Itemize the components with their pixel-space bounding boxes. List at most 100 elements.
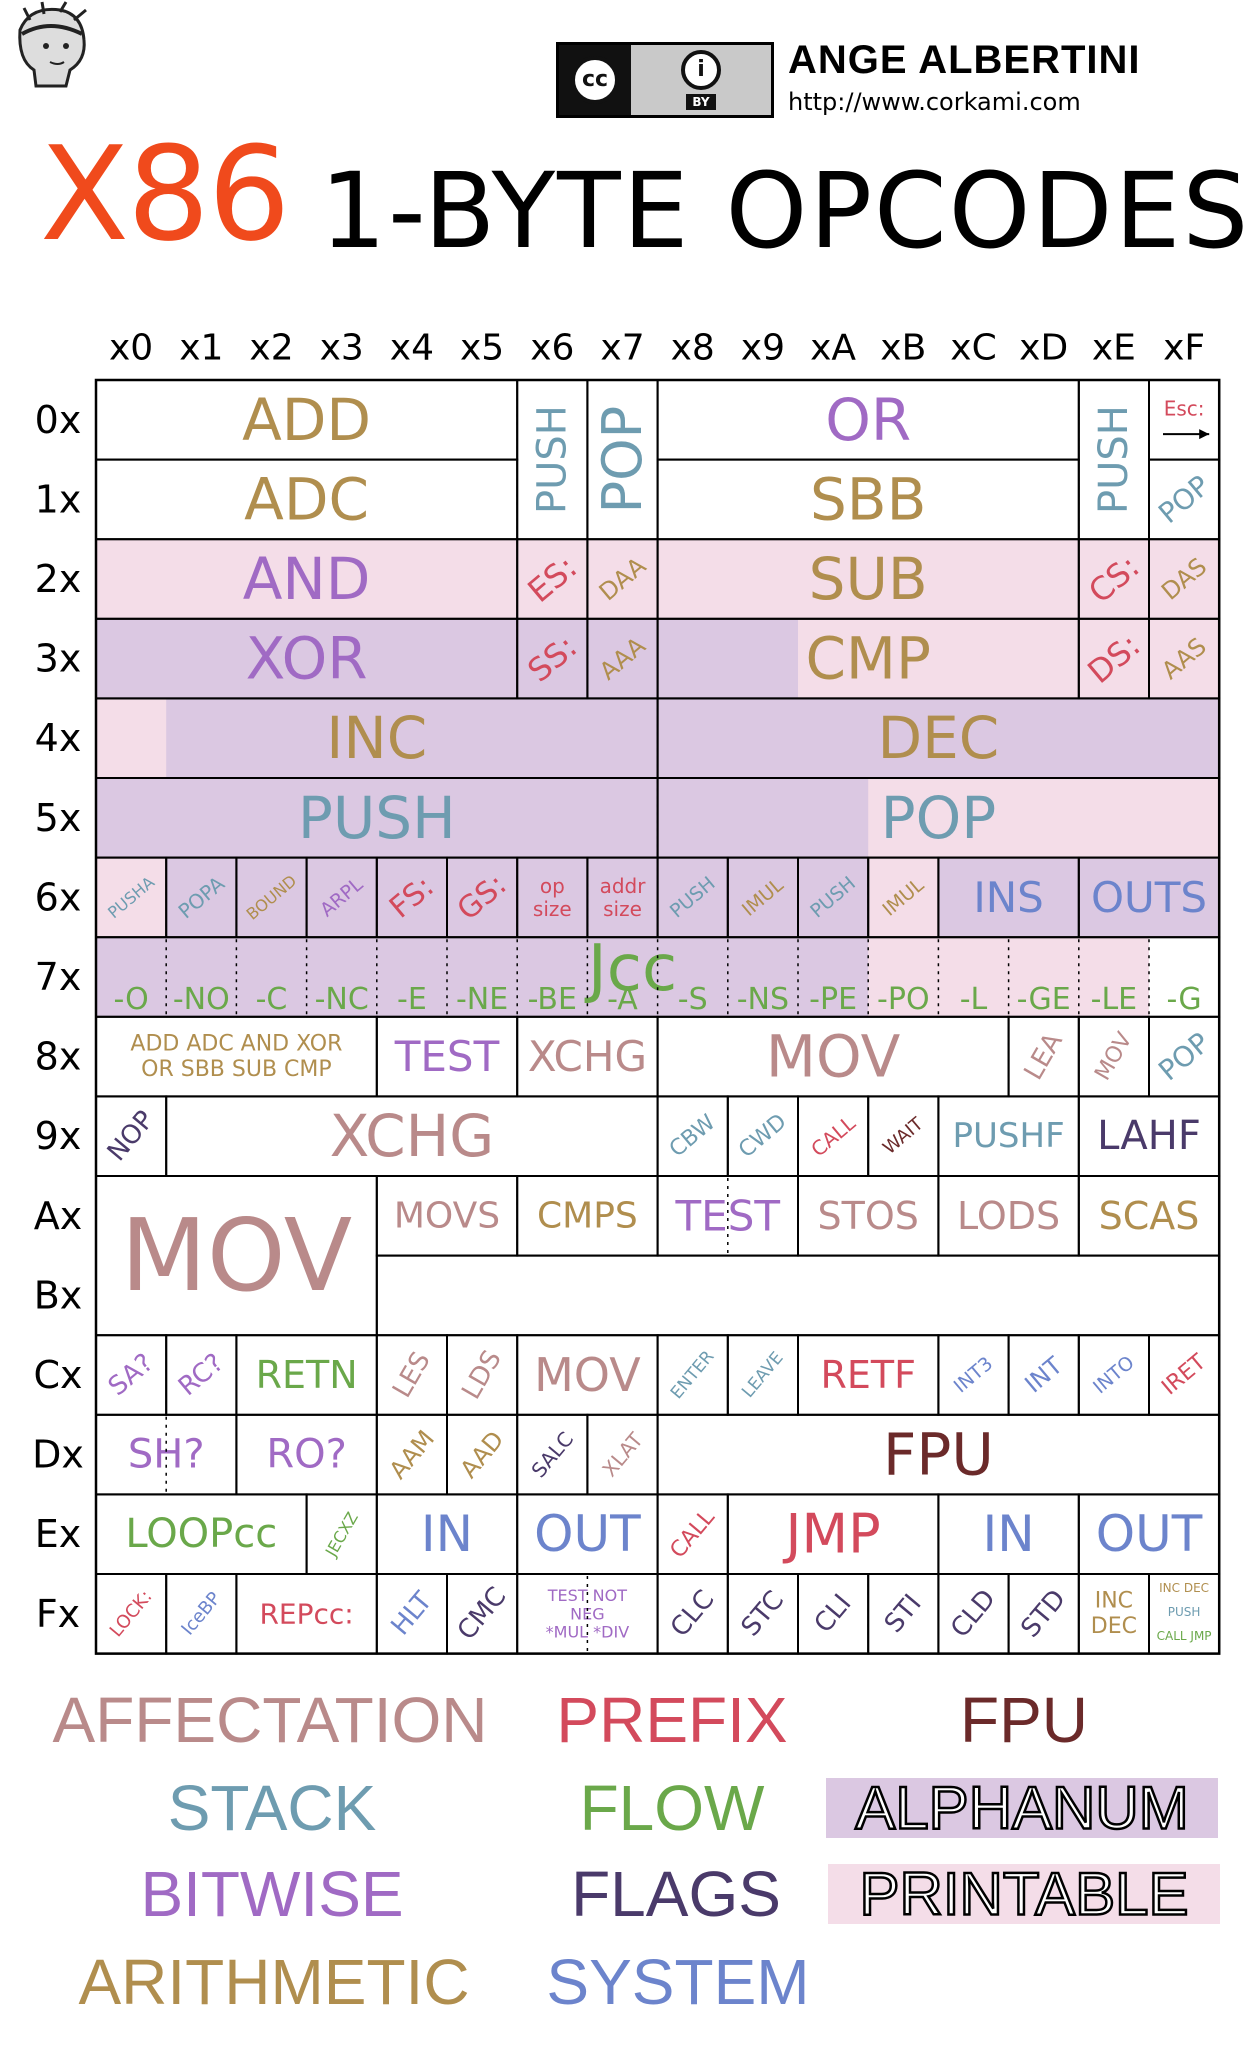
opcode-cell[interactable]: CWD bbox=[726, 1095, 799, 1178]
opcode-cell[interactable]: CMC bbox=[446, 1573, 519, 1655]
opcode-cell[interactable]: CLD bbox=[937, 1573, 1010, 1655]
opcode-cell[interactable]: SA? bbox=[95, 1334, 168, 1416]
opcode-cell[interactable]: WAIT bbox=[867, 1095, 940, 1178]
row-header-2x: 2x bbox=[35, 557, 82, 601]
cell-label: INTO bbox=[1089, 1352, 1139, 1399]
opcode-cell[interactable]: NOP bbox=[95, 1095, 168, 1178]
row-header-3x: 3x bbox=[35, 637, 82, 681]
opcode-cell[interactable]: OR bbox=[656, 379, 1080, 461]
opcode-cell[interactable]: JMP bbox=[726, 1493, 940, 1576]
opcode-cell[interactable]: RETF bbox=[797, 1334, 940, 1416]
cell-label-group: STC bbox=[736, 1585, 790, 1642]
opcode-cell[interactable]: CMPS bbox=[516, 1175, 659, 1257]
opcode-cell[interactable]: MOV bbox=[1077, 1015, 1151, 1098]
opcode-cell[interactable]: LEA bbox=[1007, 1015, 1080, 1098]
opcode-cell[interactable]: SALC bbox=[516, 1413, 589, 1496]
opcode-cell[interactable]: LEAVE bbox=[726, 1334, 799, 1416]
cell-label-group: LEA bbox=[1019, 1028, 1069, 1085]
legend-item: PRINTABLE bbox=[828, 1859, 1220, 1929]
opcode-cell[interactable]: IRET bbox=[1148, 1334, 1221, 1416]
opcode-cell[interactable]: ENTER bbox=[656, 1334, 729, 1416]
opcode-cell[interactable] bbox=[375, 1254, 1221, 1337]
opcode-cell[interactable]: CLC bbox=[656, 1573, 729, 1655]
opcode-cell[interactable]: OUT bbox=[516, 1493, 659, 1576]
cell-label: NOP bbox=[102, 1105, 161, 1167]
opcode-cell[interactable]: STC bbox=[726, 1573, 799, 1655]
jcc-condition-label: -PE bbox=[809, 982, 857, 1017]
opcode-cell[interactable]: STI bbox=[867, 1573, 940, 1655]
cell-label-group: CLI bbox=[809, 1589, 858, 1639]
opcode-cell[interactable]: MOV bbox=[656, 1015, 1010, 1098]
opcode-cell[interactable]: IN bbox=[375, 1493, 519, 1576]
opcode-cell[interactable]: XCHG bbox=[516, 1015, 659, 1098]
opcode-cell[interactable]: IN bbox=[937, 1493, 1080, 1576]
opcode-cell[interactable]: RC? bbox=[165, 1334, 238, 1416]
cell-label-group: POP bbox=[1152, 1026, 1216, 1087]
opcode-cell[interactable]: LODS bbox=[937, 1175, 1080, 1257]
opcode-cell[interactable]: PUSHF bbox=[937, 1095, 1080, 1178]
opcode-cell[interactable]: MOV bbox=[516, 1334, 659, 1416]
cell-label: LAHF bbox=[1097, 1113, 1201, 1159]
cell-label-group: NOP bbox=[102, 1105, 161, 1167]
opcode-cell[interactable]: ADD bbox=[95, 379, 519, 461]
opcode-cell[interactable]: POP bbox=[586, 379, 659, 541]
cell-label: OR bbox=[825, 386, 911, 454]
opcode-cell[interactable]: MOV bbox=[95, 1175, 378, 1337]
background-band bbox=[96, 778, 869, 858]
opcode-cell[interactable]: INCDEC bbox=[1077, 1573, 1151, 1655]
opcode-cell[interactable]: XCHG bbox=[165, 1095, 659, 1178]
column-header-x9: x9 bbox=[741, 328, 785, 369]
cell-label: LOOPcc bbox=[125, 1511, 277, 1557]
cell-label: STD bbox=[1015, 1584, 1072, 1643]
cell-label-group: AAD bbox=[455, 1426, 510, 1484]
opcode-cell[interactable]: FPU bbox=[656, 1413, 1221, 1496]
opcode-cell[interactable]: CALL bbox=[656, 1493, 729, 1576]
opcode-cell[interactable]: ADC bbox=[95, 458, 519, 541]
opcode-cell[interactable]: ADD ADC AND XOROR SBB SUB CMP bbox=[95, 1015, 378, 1098]
legend-item: FLAGS bbox=[571, 1858, 781, 1930]
cell-label: POP bbox=[1152, 469, 1216, 530]
legend-label: AFFECTATION bbox=[53, 1684, 488, 1756]
row-header-dx: Dx bbox=[32, 1433, 84, 1477]
opcode-cell[interactable]: TEST bbox=[375, 1015, 519, 1098]
cell-label-group: LEAVE bbox=[738, 1348, 787, 1402]
opcode-cell[interactable]: XLAT bbox=[586, 1413, 659, 1496]
cell-label: OUTS bbox=[1091, 873, 1207, 922]
opcode-cell[interactable]: Esc: bbox=[1148, 379, 1221, 461]
opcode-cell[interactable]: INTO bbox=[1077, 1334, 1151, 1416]
opcode-cell[interactable]: RETN bbox=[235, 1334, 378, 1416]
opcode-cell[interactable]: LOOPcc bbox=[95, 1493, 308, 1576]
cell-label-group: IceBP bbox=[177, 1588, 225, 1640]
opcode-cell[interactable]: CBW bbox=[656, 1095, 729, 1178]
opcode-cell[interactable]: CLI bbox=[797, 1573, 870, 1655]
opcode-cell[interactable]: HLT bbox=[375, 1573, 448, 1655]
opcode-cell[interactable]: STOS bbox=[797, 1175, 940, 1257]
cell-label: PUSH bbox=[1168, 1605, 1201, 1619]
opcode-cell[interactable]: LES bbox=[375, 1334, 448, 1416]
opcode-cell[interactable]: IceBP bbox=[165, 1573, 238, 1655]
opcode-cell[interactable]: POP bbox=[1148, 1015, 1221, 1098]
opcode-cell[interactable]: PUSH bbox=[516, 379, 589, 541]
cell-label: LEA bbox=[1019, 1028, 1069, 1085]
opcode-cell[interactable]: LDS bbox=[446, 1334, 519, 1416]
opcode-cell[interactable]: LOCK: bbox=[95, 1573, 168, 1655]
opcode-cell[interactable]: INT bbox=[1007, 1334, 1080, 1416]
row-header-9x: 9x bbox=[35, 1114, 82, 1158]
opcode-cell[interactable]: SCAS bbox=[1077, 1175, 1221, 1257]
opcode-cell[interactable]: PUSH bbox=[1077, 379, 1151, 541]
opcode-cell[interactable]: STD bbox=[1007, 1573, 1080, 1655]
opcode-cell[interactable]: SBB bbox=[656, 458, 1080, 541]
jcc-condition-label: -E bbox=[397, 982, 427, 1017]
opcode-cell[interactable]: AAM bbox=[375, 1413, 448, 1496]
opcode-cell[interactable]: CALL bbox=[797, 1095, 870, 1178]
opcode-cell[interactable]: MOVS bbox=[375, 1175, 519, 1257]
opcode-cell[interactable]: POP bbox=[1148, 458, 1221, 541]
opcode-cell[interactable]: LAHF bbox=[1077, 1095, 1221, 1178]
opcode-cell[interactable]: RO? bbox=[235, 1413, 378, 1496]
opcode-cell[interactable]: AAD bbox=[446, 1413, 519, 1496]
opcode-cell[interactable]: REPcc: bbox=[235, 1573, 378, 1655]
opcode-cell[interactable]: OUT bbox=[1077, 1493, 1221, 1576]
opcode-cell[interactable]: INT3 bbox=[937, 1334, 1010, 1416]
opcode-cell[interactable]: JECXZ bbox=[305, 1493, 378, 1576]
cell-label: FPU bbox=[883, 1421, 994, 1489]
